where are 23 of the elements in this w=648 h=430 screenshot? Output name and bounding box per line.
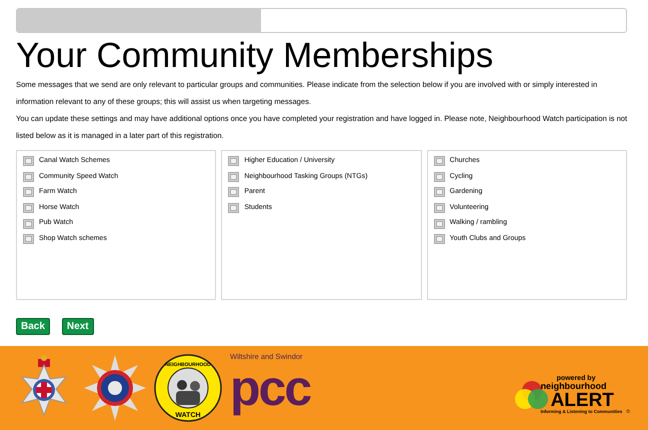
checkbox[interactable] (23, 172, 34, 182)
checkbox[interactable] (23, 156, 34, 166)
logo-text: neighbourhood (540, 382, 608, 391)
checkbox[interactable] (228, 172, 240, 182)
checkbox[interactable] (23, 234, 34, 244)
page-title: Your Community Memberships (16, 37, 494, 76)
fire-service-badge-icon (82, 353, 148, 423)
checkbox[interactable] (228, 203, 240, 214)
checkbox[interactable] (434, 234, 445, 244)
checkbox[interactable] (434, 218, 445, 229)
checkbox[interactable] (434, 187, 445, 198)
checkbox[interactable] (23, 203, 34, 214)
checkbox[interactable] (228, 187, 240, 198)
nav-button[interactable]: Next (62, 318, 94, 334)
logo-wordmark: pcc (230, 362, 312, 415)
checkbox[interactable] (23, 187, 34, 198)
checkbox[interactable] (434, 156, 445, 166)
logo-text: ALERT (550, 391, 614, 410)
checkbox[interactable] (434, 203, 445, 214)
checkbox[interactable] (23, 218, 34, 229)
checkbox[interactable] (434, 172, 445, 182)
checkbox[interactable] (228, 156, 240, 166)
nav-button[interactable]: Back (16, 318, 50, 334)
